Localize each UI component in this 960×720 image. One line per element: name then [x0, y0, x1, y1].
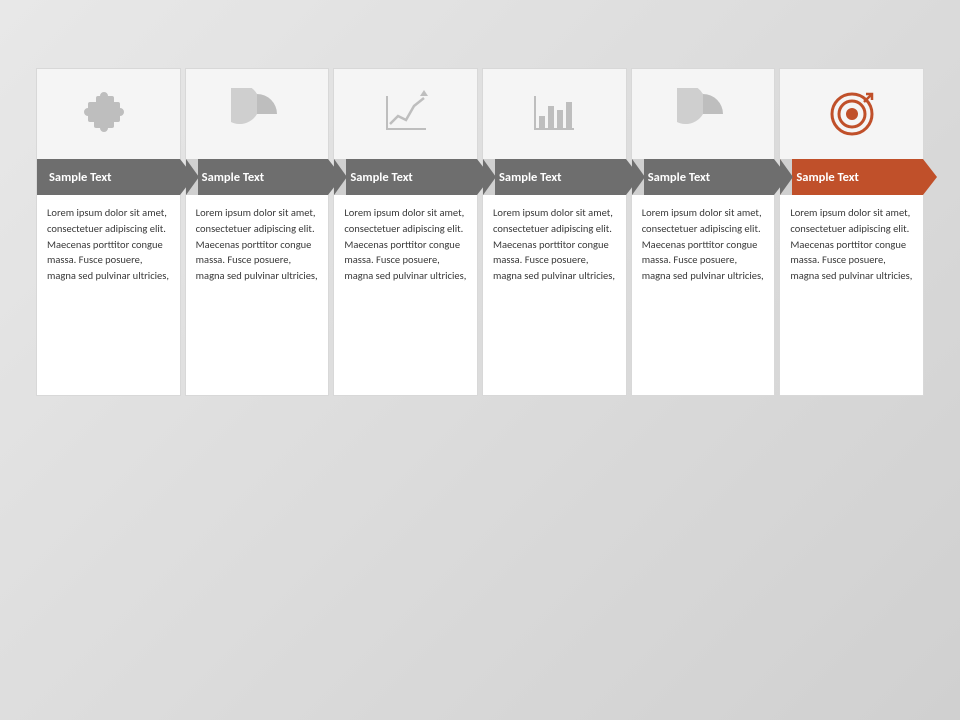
arrow-label-5: Sample Text [632, 159, 775, 195]
flow-item-3: Sample Text Lorem ipsum dolor sit amet, … [333, 68, 478, 396]
slide: Sample Text Lorem ipsum dolor sit amet, … [0, 0, 960, 720]
flow-item-4: Sample Text Lorem ipsum dolor sit amet, … [482, 68, 627, 396]
text-area-6: Lorem ipsum dolor sit amet, consectetuer… [780, 195, 923, 395]
text-area-4: Lorem ipsum dolor sit amet, consectetuer… [483, 195, 626, 395]
step-label-1: Sample Text [49, 170, 111, 185]
icon-area-4 [483, 69, 626, 159]
flow-item-6: Sample Text Lorem ipsum dolor sit amet, … [779, 68, 924, 396]
card-4: Sample Text Lorem ipsum dolor sit amet, … [482, 68, 627, 396]
step-label-6: Sample Text [796, 170, 858, 185]
body-text-2: Lorem ipsum dolor sit amet, consectetuer… [196, 205, 319, 284]
notch-3 [334, 159, 347, 195]
notch-4 [483, 159, 496, 195]
icon-area-1 [37, 69, 180, 159]
step-label-4: Sample Text [499, 170, 561, 185]
text-area-3: Lorem ipsum dolor sit amet, consectetuer… [334, 195, 477, 395]
body-text-5: Lorem ipsum dolor sit amet, consectetuer… [642, 205, 765, 284]
notch-6 [780, 159, 793, 195]
text-area-2: Lorem ipsum dolor sit amet, consectetuer… [186, 195, 329, 395]
card-1: Sample Text Lorem ipsum dolor sit amet, … [36, 68, 181, 396]
notch-2 [186, 159, 199, 195]
text-area-1: Lorem ipsum dolor sit amet, consectetuer… [37, 195, 180, 395]
flow-container: Sample Text Lorem ipsum dolor sit amet, … [36, 68, 924, 396]
arrow-label-2: Sample Text [186, 159, 329, 195]
flow-item-5: Sample Text Lorem ipsum dolor sit amet, … [631, 68, 776, 396]
arrow-label-4: Sample Text [483, 159, 626, 195]
step-label-2: Sample Text [202, 170, 264, 185]
body-text-3: Lorem ipsum dolor sit amet, consectetuer… [344, 205, 467, 284]
arrow-label-6: Sample Text [780, 159, 923, 195]
card-3: Sample Text Lorem ipsum dolor sit amet, … [333, 68, 478, 396]
arrow-label-1: Sample Text [37, 159, 180, 195]
body-text-4: Lorem ipsum dolor sit amet, consectetuer… [493, 205, 616, 284]
text-area-5: Lorem ipsum dolor sit amet, consectetuer… [632, 195, 775, 395]
body-text-6: Lorem ipsum dolor sit amet, consectetuer… [790, 205, 913, 284]
icon-area-3 [334, 69, 477, 159]
card-6: Sample Text Lorem ipsum dolor sit amet, … [779, 68, 924, 396]
notch-5 [632, 159, 645, 195]
step-label-5: Sample Text [648, 170, 710, 185]
flow-item-1: Sample Text Lorem ipsum dolor sit amet, … [36, 68, 181, 396]
step-label-3: Sample Text [350, 170, 412, 185]
card-2: Sample Text Lorem ipsum dolor sit amet, … [185, 68, 330, 396]
icon-area-2 [186, 69, 329, 159]
flow-item-2: Sample Text Lorem ipsum dolor sit amet, … [185, 68, 330, 396]
icon-area-5 [632, 69, 775, 159]
icon-area-6 [780, 69, 923, 159]
arrow-label-3: Sample Text [334, 159, 477, 195]
body-text-1: Lorem ipsum dolor sit amet, consectetuer… [47, 205, 170, 284]
card-5: Sample Text Lorem ipsum dolor sit amet, … [631, 68, 776, 396]
